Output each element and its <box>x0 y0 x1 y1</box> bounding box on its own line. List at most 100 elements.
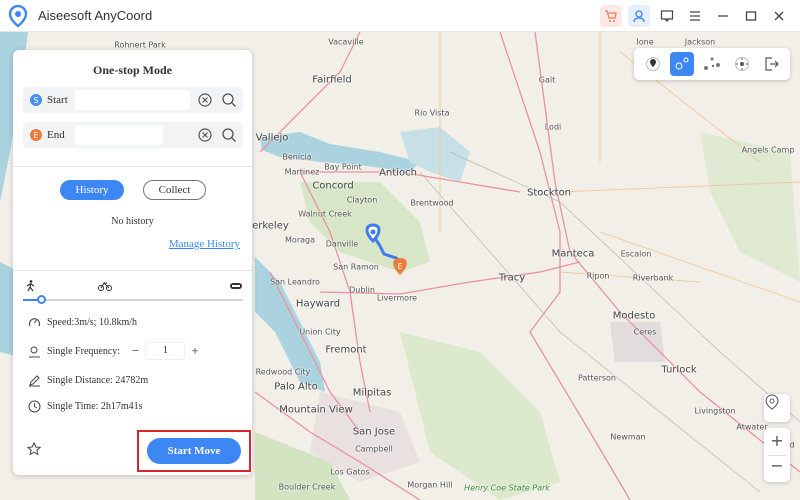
map-label: Morgan Hill <box>407 480 453 490</box>
map-label: Livermore <box>376 293 418 303</box>
map-label: Ceres <box>633 327 657 337</box>
search-start-icon[interactable] <box>221 92 237 108</box>
close-icon <box>774 11 784 21</box>
feedback-button[interactable] <box>656 5 678 27</box>
map-label: Riverbank <box>632 273 674 283</box>
cart-button[interactable] <box>600 5 622 27</box>
close-button[interactable] <box>768 5 790 27</box>
distance-text: Single Distance: 24782m <box>47 375 149 386</box>
end-input[interactable] <box>75 125 163 145</box>
distance-info: Single Distance: 24782m <box>28 374 148 387</box>
one-stop-mode-button[interactable] <box>670 52 695 76</box>
map-label: Brentwood <box>410 198 454 208</box>
car-icon[interactable] <box>229 281 243 291</box>
minimize-icon <box>718 15 728 17</box>
time-info: Single Time: 2h17m41s <box>28 400 143 413</box>
end-marker[interactable]: E <box>393 258 407 275</box>
map-label: Livingston <box>694 406 736 416</box>
map-label: Modesto <box>612 310 656 322</box>
zoom-in-button[interactable]: + <box>770 431 783 455</box>
map-label: Atwater <box>736 422 768 432</box>
map-label: Redwood City <box>255 367 311 377</box>
frequency-row: Single Frequency: −1 + <box>28 342 199 360</box>
svg-text:E: E <box>33 131 38 140</box>
map-label: Union City <box>299 327 341 337</box>
user-button[interactable] <box>628 5 650 27</box>
one-stop-panel: One-stop Mode S Start E End History Coll… <box>13 50 252 475</box>
speedometer-icon <box>28 318 41 327</box>
menu-button[interactable] <box>684 5 706 27</box>
tab-collect[interactable]: Collect <box>143 180 206 200</box>
feedback-icon <box>660 10 674 22</box>
frequency-label: Single Frequency: <box>47 345 121 357</box>
divider <box>13 270 252 271</box>
svg-text:S: S <box>33 96 38 105</box>
start-move-button[interactable]: Start Move <box>147 438 241 464</box>
map-label: Tracy <box>498 272 526 284</box>
end-pin-icon: E <box>30 129 42 141</box>
recenter-button[interactable] <box>764 394 790 422</box>
divider <box>13 166 252 167</box>
search-end-icon[interactable] <box>221 127 237 143</box>
exit-button[interactable] <box>759 52 783 76</box>
map-label: Palo Alto <box>274 381 318 393</box>
map-label: Vallejo <box>255 132 289 144</box>
map-label: Campbell <box>355 444 393 454</box>
multi-stop-mode-button[interactable] <box>700 52 724 76</box>
start-input[interactable] <box>75 90 190 110</box>
map-label: Ione <box>636 37 654 47</box>
svg-text:E: E <box>397 262 402 271</box>
manage-history-link[interactable]: Manage History <box>169 238 240 250</box>
start-label: Start <box>47 94 68 106</box>
map-label: Moraga <box>285 235 315 245</box>
map-label: Rohnert Park <box>114 40 166 50</box>
clear-start-icon[interactable] <box>197 92 213 108</box>
map-label: Stockton <box>526 187 572 199</box>
speed-text: Speed:3m/s; 10.8km/h <box>47 317 137 328</box>
map-label: Milpitas <box>352 387 392 399</box>
map-label: Henry Coe State Park <box>464 483 550 493</box>
favorite-star-icon[interactable] <box>27 442 41 456</box>
joystick-mode-button[interactable] <box>730 52 754 76</box>
speed-slider-handle[interactable] <box>36 295 46 304</box>
map-label: Danville <box>325 239 359 249</box>
minimize-button[interactable] <box>712 5 734 27</box>
map-label: Fremont <box>325 344 367 356</box>
map-label: Los Gatos <box>330 467 370 477</box>
panel-title: One-stop Mode <box>93 63 172 77</box>
end-row: E End <box>23 122 243 148</box>
teleport-mode-button[interactable] <box>641 52 665 76</box>
decrement-button[interactable]: − <box>132 343 139 359</box>
map-label: Patterson <box>578 373 616 383</box>
green-south <box>400 332 560 500</box>
map-label: Fairfield <box>312 74 352 86</box>
frequency-input[interactable]: 1 <box>145 342 186 360</box>
map-label: Boulder Creek <box>278 482 336 492</box>
zoom-controls: + − <box>764 428 790 482</box>
map-label: Martinez <box>284 167 320 177</box>
map-label: Escalon <box>620 249 652 259</box>
clear-end-icon[interactable] <box>197 127 213 143</box>
zoom-out-button[interactable]: − <box>770 456 783 480</box>
tab-history[interactable]: History <box>60 180 124 200</box>
increment-button[interactable]: + <box>191 343 198 359</box>
joystick-icon <box>734 57 749 71</box>
app-logo-icon <box>8 4 28 27</box>
start-row: S Start <box>23 87 243 113</box>
walk-icon[interactable] <box>25 280 37 292</box>
map-label: Angels Camp <box>741 145 795 155</box>
speed-slider[interactable] <box>23 295 243 304</box>
clock-icon <box>28 400 41 413</box>
locate-icon <box>765 394 779 410</box>
map-label: Walnut Creek <box>298 209 352 219</box>
map-label: Clayton <box>346 195 378 205</box>
map-label: San Ramon <box>333 262 379 272</box>
title-bar: Aiseesoft AnyCoord <box>0 0 800 32</box>
maximize-button[interactable] <box>740 5 762 27</box>
bike-icon[interactable] <box>98 280 112 292</box>
map-label: Hayward <box>295 298 341 310</box>
time-text: Single Time: 2h17m41s <box>47 401 143 412</box>
map-label: Concord <box>312 180 354 192</box>
menu-icon <box>690 11 700 21</box>
map-label: Manteca <box>551 248 595 260</box>
